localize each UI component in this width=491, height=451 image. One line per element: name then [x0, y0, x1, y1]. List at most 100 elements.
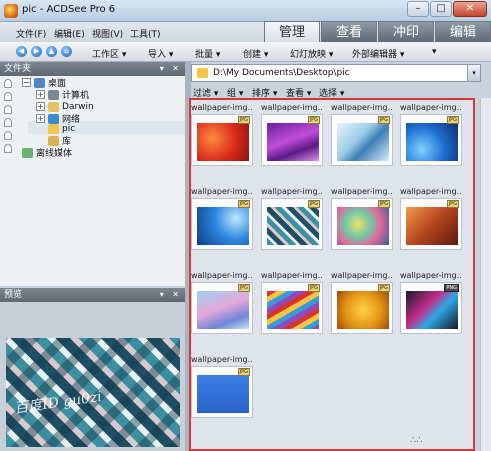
thumbnail-item[interactable]: JPG wallpaper-img... — [261, 270, 323, 334]
thumbnail-label: wallpaper-img... — [331, 103, 393, 112]
thumbnail-image — [197, 375, 249, 413]
file-type-badge: JPG — [237, 368, 250, 376]
create-menu[interactable]: 创建 ▾ — [243, 47, 268, 60]
up-icon[interactable]: ▲ — [46, 46, 57, 57]
pin-icon[interactable] — [4, 92, 12, 101]
menu-edit[interactable]: 编辑(E) — [54, 27, 85, 40]
forward-icon[interactable]: ▶ — [31, 46, 42, 57]
minimize-button[interactable]: – — [407, 1, 429, 17]
thumbnail-item[interactable]: PNG wallpaper-img... — [400, 270, 462, 334]
thumbnail-item[interactable]: JPG wallpaper-img... — [191, 186, 253, 250]
thumbnail-image — [267, 291, 319, 329]
close-button[interactable]: ✕ — [453, 1, 487, 17]
path-dropdown-button[interactable]: ▾ — [467, 64, 481, 82]
acdsee-app-icon — [4, 4, 18, 18]
pin-icon[interactable] — [4, 105, 12, 114]
thumbnail-frame: JPG — [400, 198, 462, 250]
import-menu[interactable]: 导入 ▾ — [148, 47, 173, 60]
thumbnail-label: wallpaper-img... — [261, 271, 323, 280]
watermark-logo: ∴∴ — [410, 435, 423, 446]
thumbnail-item[interactable]: JPG wallpaper-img... — [261, 102, 323, 166]
slideshow-menu[interactable]: 幻灯放映 ▾ — [290, 47, 333, 60]
thumbnail-item[interactable]: JPG wallpaper-img... — [400, 102, 462, 166]
folder-icon — [48, 123, 59, 134]
thumbnail-item[interactable]: JPG wallpaper-img... — [331, 102, 393, 166]
tree-item-label: Darwin — [62, 101, 94, 112]
thumbnail-image — [197, 291, 249, 329]
thumbnail-item[interactable]: JPG wallpaper-img... — [400, 186, 462, 250]
thumbnail-image — [267, 207, 319, 245]
thumbnail-label: wallpaper-img... — [400, 187, 462, 196]
back-icon[interactable]: ◀ — [16, 46, 27, 57]
thumbnail-frame: JPG — [261, 198, 323, 250]
expand-icon[interactable]: + — [36, 114, 45, 123]
thumbnail-label: wallpaper-img... — [261, 103, 323, 112]
file-type-badge: JPG — [377, 116, 390, 124]
window-controls: – □ ✕ — [407, 1, 487, 17]
file-type-badge: JPG — [237, 284, 250, 292]
folders-panel-title: 文件夹 — [4, 64, 32, 74]
thumbnail-label: wallpaper-img... — [331, 271, 393, 280]
file-type-badge: JPG — [377, 284, 390, 292]
thumbnail-item[interactable]: JPG wallpaper-img... — [191, 102, 253, 166]
tree-item-offline-media[interactable]: 离线媒体 — [22, 146, 72, 159]
folders-panel-controls[interactable]: ▾ ✕ — [160, 62, 182, 76]
tree-item-label: 离线媒体 — [36, 149, 73, 159]
preview-panel-header: 预览 ▾ ✕ — [0, 288, 185, 302]
preview-panel: 百度ID gu0zi — [0, 302, 185, 451]
window-title: pic - ACDSee Pro 6 — [22, 4, 116, 15]
tree-item-label: pic — [62, 123, 76, 134]
thumbnail-frame: JPG — [261, 114, 323, 166]
thumbnail-frame: JPG — [261, 282, 323, 334]
thumbnail-frame: PNG — [400, 282, 462, 334]
pin-icon[interactable] — [4, 118, 12, 127]
tab-view[interactable]: 查看 — [321, 21, 377, 42]
thumbnail-image — [337, 123, 389, 161]
pin-icon[interactable] — [4, 79, 12, 88]
pin-icon[interactable] — [4, 131, 12, 140]
external-editor-menu[interactable]: 外部编辑器 ▾ — [352, 47, 404, 60]
thumbnail-item[interactable]: JPG wallpaper-img... — [331, 186, 393, 250]
tab-edit[interactable]: 编辑 — [435, 21, 491, 42]
thumbnail-label: wallpaper-img... — [191, 355, 253, 364]
file-type-badge: JPG — [307, 284, 320, 292]
toolbar-overflow-menu[interactable]: ▾ — [432, 47, 437, 57]
desktop-icon — [34, 77, 45, 88]
thumbnail-frame: JPG — [400, 114, 462, 166]
title-bar: pic - ACDSee Pro 6 – □ ✕ — [0, 0, 491, 22]
tab-develop[interactable]: 冲印 — [378, 21, 434, 42]
expand-icon[interactable]: + — [36, 90, 45, 99]
thumbnail-label: wallpaper-img... — [331, 187, 393, 196]
file-type-badge: JPG — [237, 116, 250, 124]
thumbnail-image — [337, 291, 389, 329]
menu-view[interactable]: 视图(V) — [92, 27, 123, 40]
thumbnail-label: wallpaper-img... — [400, 271, 462, 280]
folder-icon — [197, 68, 208, 78]
file-type-badge: JPG — [307, 200, 320, 208]
thumbnail-item[interactable]: JPG wallpaper-img... — [261, 186, 323, 250]
folders-panel-header: 文件夹 ▾ ✕ — [0, 62, 185, 76]
file-type-badge: PNG — [444, 284, 459, 292]
menu-file[interactable]: 文件(F) — [16, 27, 46, 40]
computer-icon — [48, 89, 59, 100]
expand-icon[interactable]: + — [36, 102, 45, 111]
path-field[interactable]: D:\My Documents\Desktop\pic — [191, 64, 480, 82]
maximize-button[interactable]: □ — [430, 1, 452, 17]
vertical-scrollbar[interactable] — [480, 98, 491, 451]
thumbnail-item[interactable]: JPG wallpaper-img... — [331, 270, 393, 334]
thumbnail-item[interactable]: JPG wallpaper-img... — [191, 354, 253, 418]
workspace-menu[interactable]: 工作区 ▾ — [92, 47, 126, 60]
offline-media-icon — [22, 147, 33, 158]
collapse-icon[interactable]: − — [22, 78, 31, 87]
thumbnail-image — [197, 123, 249, 161]
preview-panel-controls[interactable]: ▾ ✕ — [160, 288, 182, 302]
tab-manage[interactable]: 管理 — [264, 21, 320, 42]
file-type-badge: JPG — [237, 200, 250, 208]
thumbnail-frame: JPG — [331, 198, 393, 250]
pin-icon[interactable] — [4, 144, 12, 153]
menu-tools[interactable]: 工具(T) — [130, 27, 161, 40]
thumbnail-item[interactable]: JPG wallpaper-img... — [191, 270, 253, 334]
batch-menu[interactable]: 批量 ▾ — [195, 47, 220, 60]
home-icon[interactable]: ⌂ — [61, 46, 72, 57]
thumbnail-frame: JPG — [191, 198, 253, 250]
